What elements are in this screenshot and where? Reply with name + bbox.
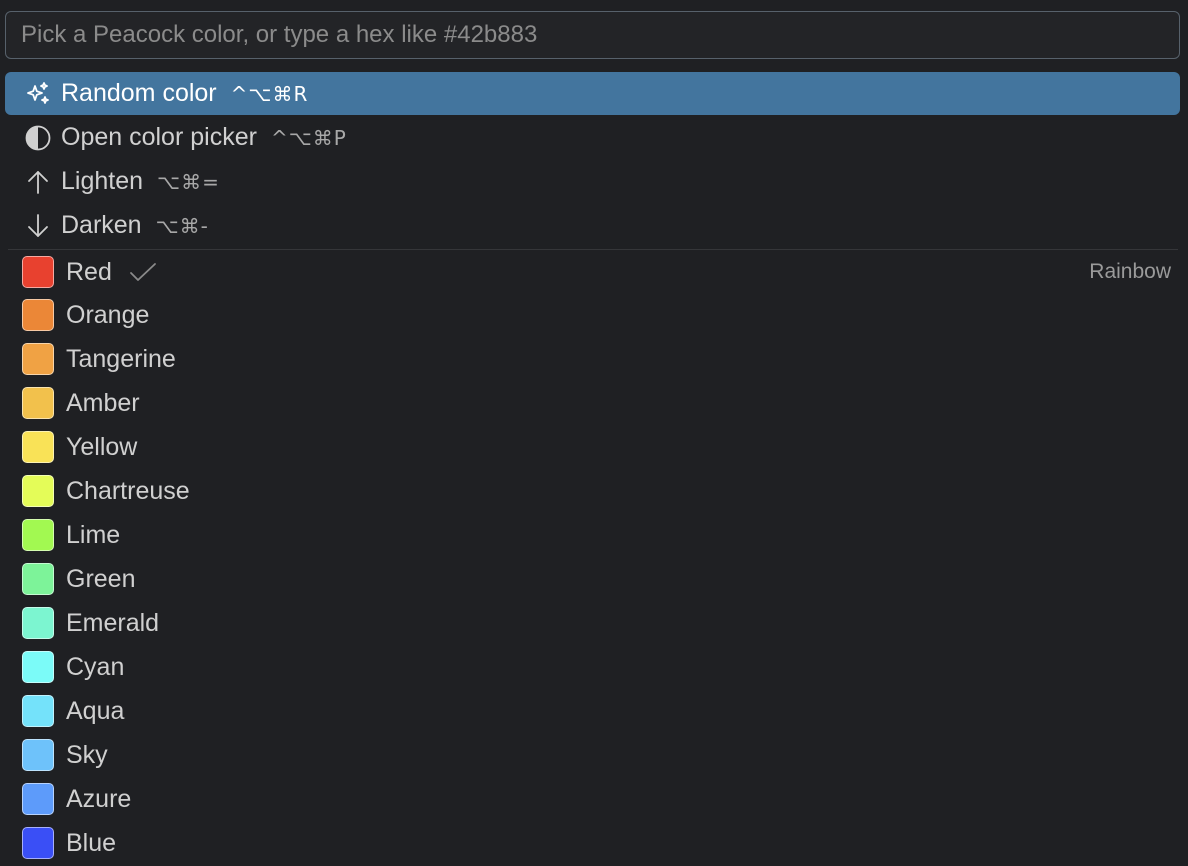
color-name: Orange (66, 300, 150, 329)
darken-label: Darken (61, 211, 142, 239)
color-item-emerald[interactable]: Emerald (0, 601, 1188, 645)
search-box[interactable] (5, 11, 1180, 59)
color-swatch (22, 563, 54, 595)
color-swatch (22, 739, 54, 771)
color-name: Tangerine (66, 344, 176, 373)
search-input[interactable] (19, 20, 1179, 50)
color-swatch (22, 387, 54, 419)
color-swatch (22, 256, 54, 288)
color-item-lime[interactable]: Lime (0, 513, 1188, 557)
group-label-rainbow: Rainbow (1089, 260, 1171, 283)
color-name: Chartreuse (66, 476, 190, 505)
half-circle-icon (23, 123, 53, 153)
color-swatch (22, 431, 54, 463)
color-item-tangerine[interactable]: Tangerine (0, 337, 1188, 381)
color-item-amber[interactable]: Amber (0, 381, 1188, 425)
color-item-blue[interactable]: Blue (0, 821, 1188, 865)
arrow-up-icon (23, 167, 53, 197)
lighten-shortcut: ⌥⌘= (157, 169, 220, 194)
open-color-picker-label: Open color picker (61, 123, 257, 151)
open-color-picker-item[interactable]: Open color picker ^⌥⌘P (5, 116, 1180, 159)
color-swatch (22, 695, 54, 727)
color-name: Blue (66, 828, 117, 857)
color-item-azure[interactable]: Azure (0, 777, 1188, 821)
color-name: Green (66, 564, 136, 593)
color-item-aqua[interactable]: Aqua (0, 689, 1188, 733)
color-item-orange[interactable]: Orange (0, 293, 1188, 337)
darken-item[interactable]: Darken ⌥⌘- (5, 204, 1180, 247)
color-name: Red (66, 257, 112, 286)
color-name: Lime (66, 520, 121, 549)
random-color-item[interactable]: Random color ^⌥⌘R (5, 72, 1180, 115)
color-swatch (22, 827, 54, 859)
color-item-yellow[interactable]: Yellow (0, 425, 1188, 469)
darken-shortcut: ⌥⌘- (155, 213, 209, 238)
arrow-down-icon (23, 211, 53, 241)
color-swatch (22, 519, 54, 551)
peacock-quick-pick: Random color ^⌥⌘R Open color picker ^⌥⌘P… (0, 0, 1188, 866)
random-color-shortcut: ^⌥⌘R (230, 81, 309, 106)
color-item-cyan[interactable]: Cyan (0, 645, 1188, 689)
color-swatch (22, 783, 54, 815)
color-item-sky[interactable]: Sky (0, 733, 1188, 777)
color-name: Emerald (66, 608, 160, 637)
color-swatch (22, 343, 54, 375)
color-name: Sky (66, 740, 108, 769)
open-color-picker-shortcut: ^⌥⌘P (270, 125, 347, 150)
random-color-label: Random color (61, 79, 217, 107)
color-item-green[interactable]: Green (0, 557, 1188, 601)
color-item-red[interactable]: Red Rainbow (0, 250, 1188, 294)
color-name: Cyan (66, 652, 125, 681)
color-swatch (22, 651, 54, 683)
check-icon (128, 261, 158, 283)
lighten-label: Lighten (61, 167, 144, 195)
color-name: Azure (66, 784, 132, 813)
color-name: Yellow (66, 432, 138, 461)
color-swatch (22, 299, 54, 331)
color-swatch (22, 607, 54, 639)
color-name: Amber (66, 388, 140, 417)
color-swatch (22, 475, 54, 507)
lighten-item[interactable]: Lighten ⌥⌘= (5, 160, 1180, 203)
sparkle-icon (23, 79, 53, 109)
color-item-chartreuse[interactable]: Chartreuse (0, 469, 1188, 513)
color-name: Aqua (66, 696, 125, 725)
